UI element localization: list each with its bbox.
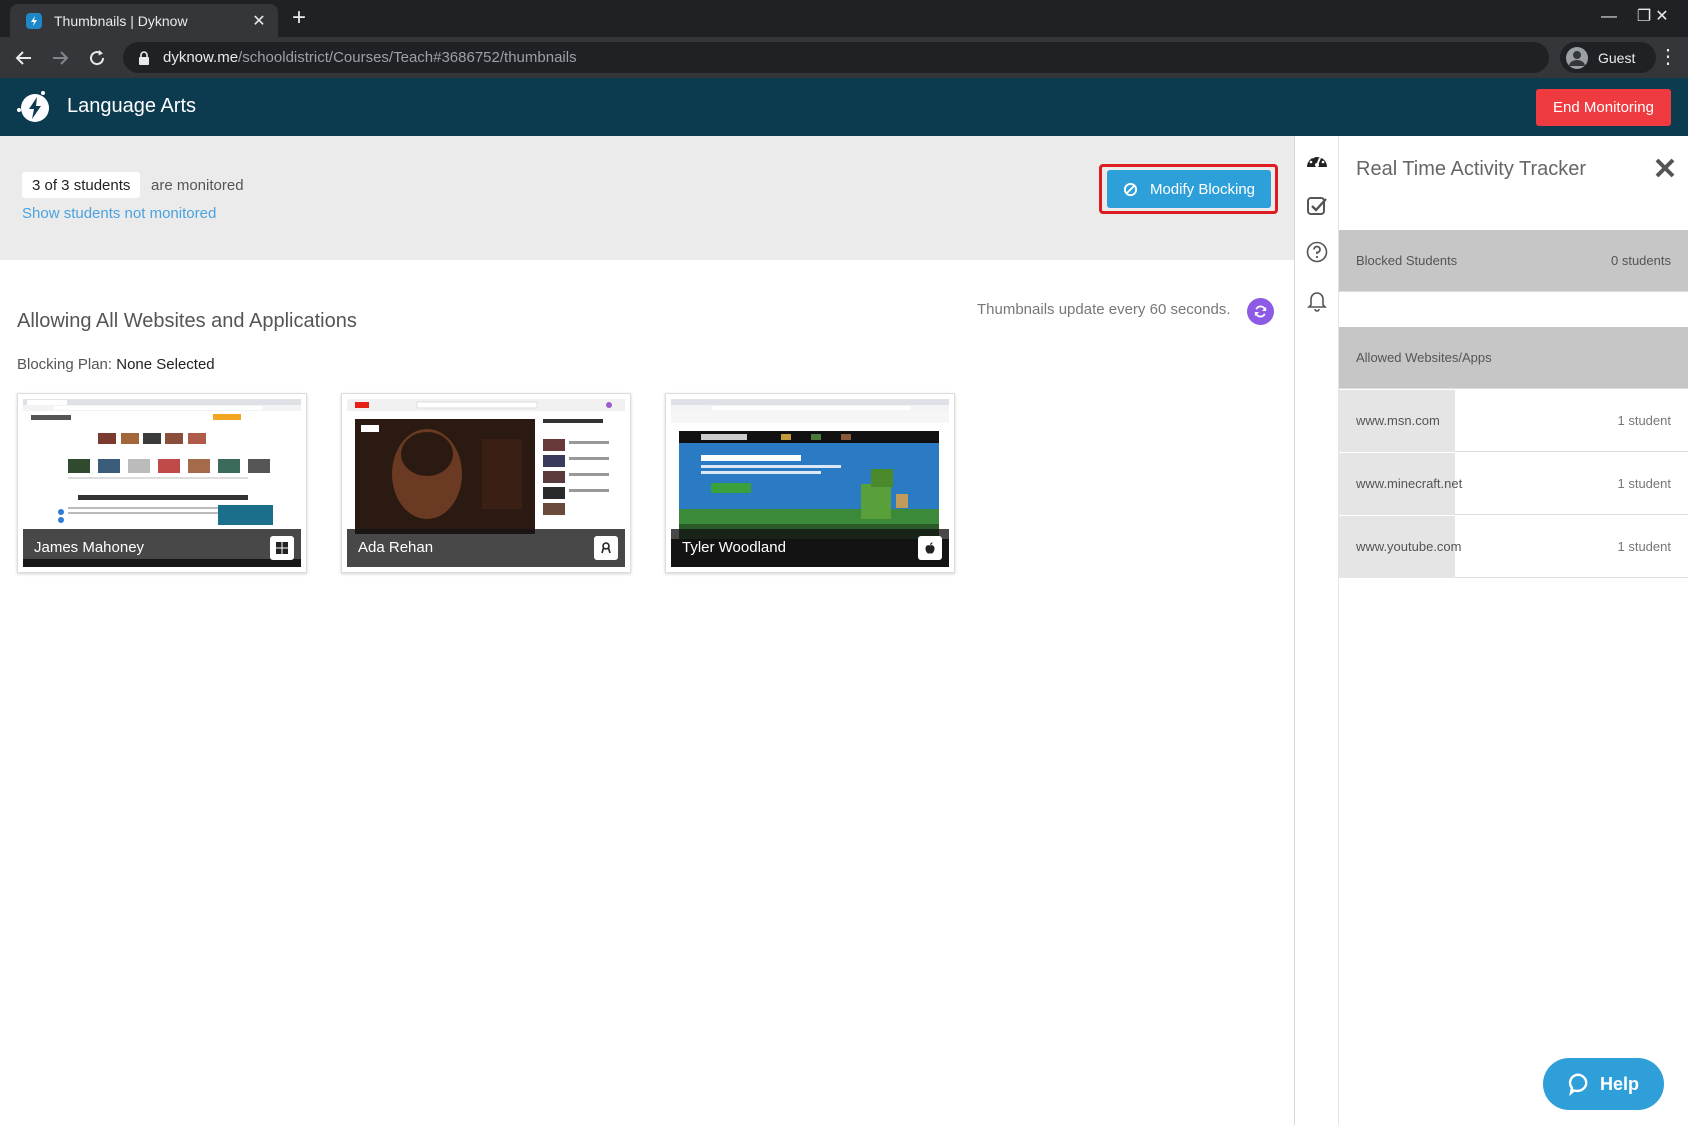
blocked-students-label: Blocked Students	[1356, 253, 1458, 268]
monitored-suffix: are monitored	[151, 177, 244, 194]
profile-avatar-icon	[1566, 46, 1588, 69]
allowed-sites-label: Allowed Websites/Apps	[1356, 350, 1492, 365]
close-panel-icon[interactable]	[1653, 156, 1677, 180]
tracker-title: Real Time Activity Tracker	[1356, 158, 1587, 180]
allowed-sites-header: Allowed Websites/Apps	[1339, 327, 1688, 389]
windows-icon	[270, 536, 294, 560]
student-nameplate: Tyler Woodland	[671, 529, 949, 567]
url-host: dyknow.me	[163, 49, 239, 66]
site-label: www.minecraft.net	[1356, 476, 1463, 491]
app-header: Language Arts End Monitoring	[0, 78, 1688, 136]
forward-icon[interactable]	[47, 45, 73, 71]
main-content: 3 of 3 students are monitored Show stude…	[0, 136, 1294, 1125]
monitoring-status-bar: 3 of 3 students are monitored Show stude…	[0, 136, 1294, 260]
checkbox-icon[interactable]	[1305, 194, 1329, 218]
site-label: www.msn.com	[1356, 413, 1440, 428]
minimize-icon[interactable]: —	[1589, 4, 1629, 30]
apple-icon	[918, 536, 942, 560]
activity-tracker-panel: Real Time Activity Tracker Blocked Stude…	[1339, 136, 1688, 1125]
browser-toolbar: dyknow.me/schooldistrict/Courses/Teach#3…	[0, 37, 1688, 78]
student-nameplate: James Mahoney	[23, 529, 301, 567]
url-path: /schooldistrict/Courses/Teach#3686752/th…	[238, 49, 577, 66]
help-button[interactable]: Help	[1543, 1058, 1664, 1110]
address-bar[interactable]: dyknow.me/schooldistrict/Courses/Teach#3…	[123, 42, 1549, 73]
side-icon-rail	[1294, 136, 1339, 1125]
blocked-students-row[interactable]: Blocked Students 0 students	[1339, 230, 1688, 292]
show-not-monitored-link[interactable]: Show students not monitored	[22, 205, 216, 222]
block-icon	[1123, 182, 1138, 196]
site-row[interactable]: www.msn.com 1 student	[1339, 390, 1688, 452]
student-name: Ada Rehan	[358, 539, 434, 556]
allowing-title: Allowing All Websites and Applications	[17, 310, 357, 332]
profile-label: Guest	[1598, 49, 1636, 66]
site-label: www.youtube.com	[1356, 539, 1462, 554]
course-title: Language Arts	[67, 95, 196, 117]
site-row[interactable]: www.minecraft.net 1 student	[1339, 453, 1688, 515]
reload-icon[interactable]	[84, 45, 110, 71]
window-close-icon[interactable]: ✕	[1642, 4, 1682, 30]
student-thumbnail[interactable]: Tyler Woodland	[665, 393, 955, 573]
profile-button[interactable]: Guest	[1560, 42, 1656, 73]
student-name: Tyler Woodland	[682, 539, 786, 556]
help-label: Help	[1599, 1073, 1639, 1094]
browser-tabstrip: Thumbnails | Dyknow ✕ + — ❐ ✕	[0, 0, 1688, 37]
site-count: 1 student	[1617, 539, 1672, 554]
tab-close-icon[interactable]: ✕	[250, 11, 268, 31]
browser-tab-active[interactable]: Thumbnails | Dyknow ✕	[10, 4, 278, 37]
modify-blocking-button[interactable]: Modify Blocking	[1107, 170, 1271, 208]
modify-blocking-label: Modify Blocking	[1149, 180, 1256, 198]
blocked-students-count: 0 students	[1611, 253, 1671, 268]
back-icon[interactable]	[11, 45, 37, 71]
blocking-plan-label: Blocking Plan:	[17, 356, 113, 373]
new-tab-icon[interactable]: +	[292, 5, 306, 31]
lock-icon	[139, 50, 149, 65]
end-monitoring-button[interactable]: End Monitoring	[1536, 89, 1671, 126]
student-name: James Mahoney	[34, 539, 145, 556]
site-count: 1 student	[1617, 413, 1672, 428]
monitored-count-badge: 3 of 3 students	[22, 172, 141, 198]
chrome-os-icon	[594, 536, 618, 560]
blocking-plan-value: None Selected	[116, 356, 215, 373]
dyknow-favicon-icon	[26, 12, 42, 29]
help-circle-icon[interactable]	[1305, 240, 1329, 264]
site-count: 1 student	[1617, 476, 1672, 491]
tab-title: Thumbnails | Dyknow	[54, 12, 188, 29]
student-thumbnail[interactable]: Ada Rehan	[341, 393, 631, 573]
thumbnail-update-text: Thumbnails update every 60 seconds.	[977, 301, 1231, 318]
dashboard-gauge-icon[interactable]	[1305, 149, 1329, 173]
blocking-plan: Blocking Plan: None Selected	[17, 356, 215, 373]
student-thumbnail[interactable]: James Mahoney	[17, 393, 307, 573]
chat-bubble-icon	[1568, 1073, 1588, 1096]
site-row[interactable]: www.youtube.com 1 student	[1339, 516, 1688, 578]
refresh-icon[interactable]	[1247, 298, 1274, 325]
bell-icon[interactable]	[1305, 288, 1329, 312]
student-nameplate: Ada Rehan	[347, 529, 625, 567]
browser-menu-icon[interactable]: ⋮	[1656, 47, 1680, 69]
dyknow-logo-icon	[17, 91, 49, 122]
